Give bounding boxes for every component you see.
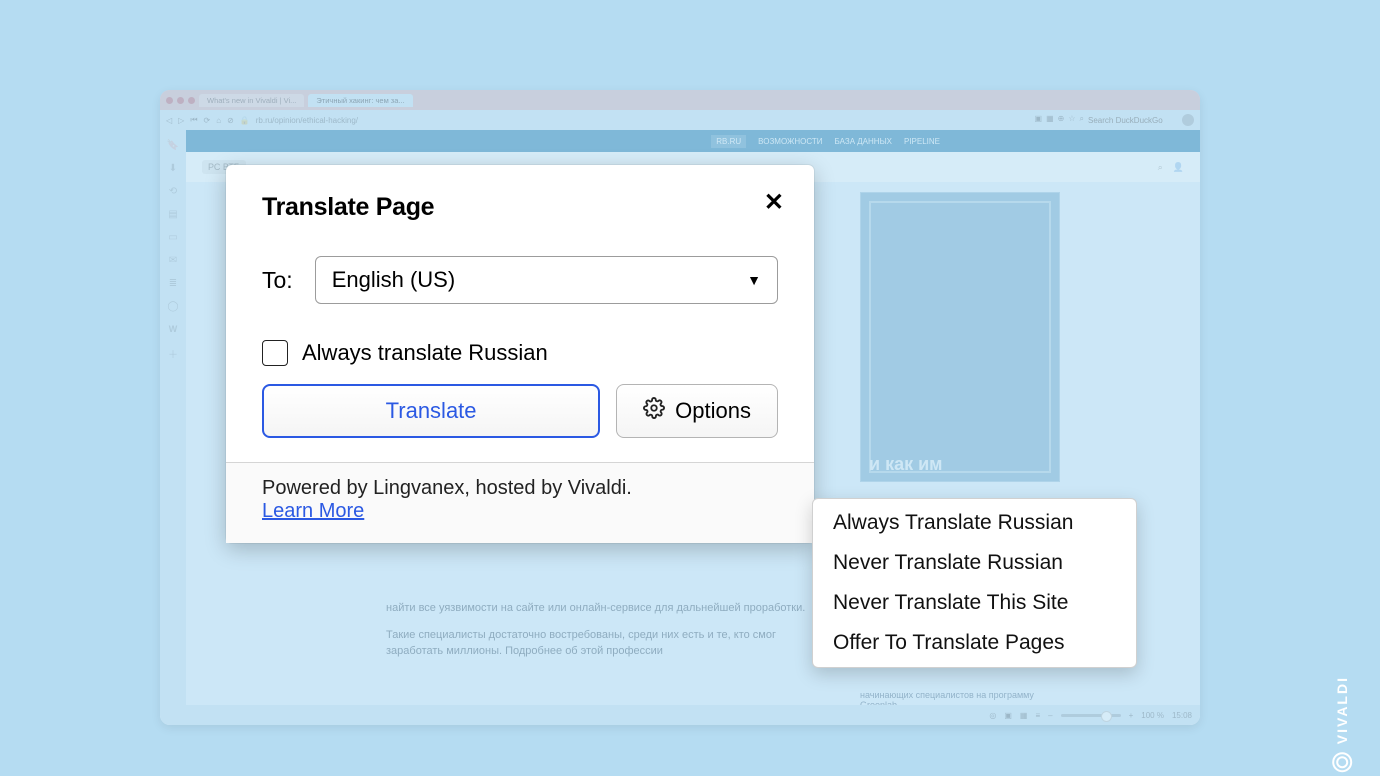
address-bar: ◁ ▷ ⏮ ⟳ ⌂ ⊘ 🔒 rb.ru/opinion/ethical-hack…	[160, 110, 1200, 130]
menu-item-offer-translate[interactable]: Offer To Translate Pages	[813, 623, 1136, 663]
capture-icon[interactable]: ◎	[989, 711, 996, 720]
options-button[interactable]: Options	[616, 384, 778, 438]
bookmark-icon[interactable]: ☆	[1068, 114, 1075, 126]
popup-footer: Powered by Lingvanex, hosted by Vivaldi.…	[226, 462, 814, 543]
page-actions-icon[interactable]: ≡	[1035, 711, 1040, 720]
gear-icon	[643, 397, 665, 425]
menu-item-never-translate-lang[interactable]: Never Translate Russian	[813, 543, 1136, 583]
article-hero-image: и как им	[860, 192, 1060, 482]
status-bar: ◎ ▣ ▦ ≡ – + 100 % 15:08	[160, 705, 1200, 725]
menu-item-always-translate[interactable]: Always Translate Russian	[813, 503, 1136, 543]
tab-item[interactable]: Этичный хакинг: чем за...	[308, 94, 412, 107]
language-select[interactable]: English (US) ▼	[315, 256, 778, 304]
zoom-out-icon[interactable]: –	[1048, 711, 1052, 720]
panel-sidebar: 🔖 ⬇ ⟲ ▤ ▭ ✉ ≣ ◯ W ＋	[160, 130, 186, 705]
feeds-icon[interactable]: ≣	[169, 278, 177, 289]
notes-icon[interactable]: ▤	[168, 209, 177, 220]
search-icon[interactable]: ⌕	[1158, 162, 1163, 173]
to-label: To:	[262, 267, 293, 294]
site-top-nav: RB.RU ВОЗМОЖНОСТИ БАЗА ДАННЫХ PIPELINE	[186, 130, 1200, 152]
shield-icon: ⊘	[227, 116, 234, 125]
back-icon[interactable]: ◁	[166, 116, 172, 125]
vivaldi-watermark: VIVALDI	[1332, 676, 1352, 772]
lock-icon: 🔒	[240, 116, 250, 125]
zoom-value: 100 %	[1141, 711, 1164, 720]
options-menu: Always Translate Russian Never Translate…	[812, 498, 1137, 668]
chevron-down-icon: ▼	[747, 272, 761, 288]
images-icon[interactable]: ▦	[1020, 711, 1028, 720]
mail-icon[interactable]: ✉	[169, 255, 177, 266]
close-button[interactable]: ✕	[764, 191, 784, 215]
nav-item[interactable]: БАЗА ДАННЫХ	[835, 137, 892, 146]
profile-avatar[interactable]	[1182, 114, 1194, 126]
reader-icon[interactable]: ▣	[1035, 114, 1043, 126]
reload-icon[interactable]: ⟳	[204, 116, 211, 125]
sidebar-promo-text: начинающих специалистов на программу Gre…	[860, 690, 1060, 705]
nav-item[interactable]: PIPELINE	[904, 137, 940, 146]
window-controls[interactable]	[166, 97, 195, 104]
home-icon[interactable]: ⌂	[216, 116, 221, 125]
zoom-in-icon[interactable]: +	[1129, 711, 1134, 720]
translate-popup: Translate Page ✕ To: English (US) ▼ Alwa…	[226, 165, 814, 543]
nav-item[interactable]: RB.RU	[711, 135, 746, 148]
learn-more-link[interactable]: Learn More	[262, 500, 364, 522]
tab-bar: What's new in Vivaldi | Vi... Этичный ха…	[160, 90, 1200, 110]
bookmarks-icon[interactable]: 🔖	[167, 140, 179, 151]
nav-item[interactable]: ВОЗМОЖНОСТИ	[758, 137, 822, 146]
zoom-slider[interactable]	[1061, 714, 1121, 717]
vivaldi-logo-icon	[1332, 752, 1352, 772]
window-icon[interactable]: ▭	[168, 232, 177, 243]
tab-item[interactable]: What's new in Vivaldi | Vi...	[199, 94, 304, 107]
forward-icon[interactable]: ▷	[178, 116, 184, 125]
always-translate-checkbox[interactable]	[262, 340, 288, 366]
add-panel-icon[interactable]: ＋	[168, 346, 178, 361]
circle-icon[interactable]: ◯	[167, 301, 178, 312]
always-translate-label: Always translate Russian	[302, 340, 548, 366]
search-input[interactable]	[1088, 114, 1178, 126]
tiling-icon[interactable]: ▣	[1004, 711, 1012, 720]
translate-button[interactable]: Translate	[262, 384, 600, 438]
hero-title-fragment: и как им	[869, 454, 1051, 475]
menu-item-never-translate-site[interactable]: Never Translate This Site	[813, 583, 1136, 623]
popup-title: Translate Page	[262, 193, 778, 222]
translate-icon[interactable]: ⊕	[1058, 114, 1065, 126]
search-icon[interactable]: ⌕	[1080, 114, 1084, 126]
qr-icon[interactable]: ▦	[1046, 114, 1054, 126]
url-text[interactable]: rb.ru/opinion/ethical-hacking/	[256, 116, 358, 125]
history-icon[interactable]: ⟲	[169, 186, 177, 197]
downloads-icon[interactable]: ⬇	[169, 163, 177, 174]
wiki-panel-icon[interactable]: W	[169, 324, 178, 334]
rewind-icon[interactable]: ⏮	[190, 115, 197, 125]
article-body: найти все уязвимости на сайте или онлайн…	[386, 600, 816, 670]
language-value: English (US)	[332, 267, 455, 293]
clock: 15:08	[1172, 711, 1192, 720]
user-icon[interactable]: 👤	[1173, 162, 1184, 173]
